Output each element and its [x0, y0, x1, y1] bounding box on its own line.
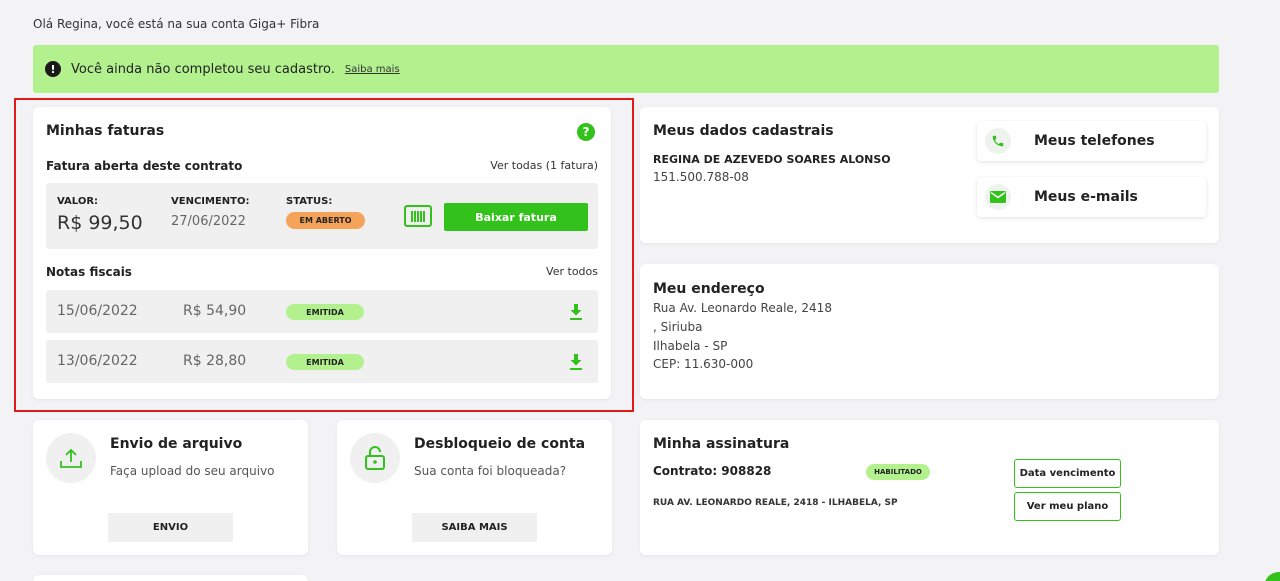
learn-more-button[interactable]: SAIBA MAIS: [412, 513, 537, 542]
phones-label: Meus telefones: [1034, 133, 1155, 149]
address-title: Meu endereço: [653, 281, 765, 297]
status-label: STATUS:: [286, 196, 333, 207]
unlock-desc: Sua conta foi bloqueada?: [414, 464, 567, 478]
invoices-title: Minhas faturas: [46, 123, 165, 139]
unlock-card: Desbloqueio de conta Sua conta foi bloqu…: [337, 420, 612, 555]
emails-button[interactable]: Meus e-mails: [977, 177, 1206, 217]
valor-label: VALOR:: [57, 196, 99, 207]
unlock-title: Desbloqueio de conta: [414, 436, 586, 452]
address-card: Meu endereço Rua Av. Leonardo Reale, 241…: [640, 264, 1219, 399]
saiba-mais-link[interactable]: Saiba mais: [345, 64, 400, 75]
profile-card: Meus dados cadastrais REGINA DE AZEVEDO …: [640, 107, 1219, 243]
subscription-status-badge: HABILITADO: [866, 464, 930, 480]
address-line: , Siriuba: [653, 320, 703, 334]
emails-label: Meus e-mails: [1034, 189, 1138, 205]
open-invoice-subtitle: Fatura aberta deste contrato: [46, 159, 243, 173]
partial-card: [33, 575, 308, 581]
see-all-notas-link[interactable]: Ver todos: [546, 265, 598, 278]
download-icon[interactable]: [569, 353, 583, 371]
address-zip: CEP: 11.630-000: [653, 357, 754, 371]
customer-name: REGINA DE AZEVEDO SOARES ALONSO: [653, 153, 891, 166]
address-line: Rua Av. Leonardo Reale, 2418: [653, 301, 832, 315]
exclamation-icon: !: [45, 61, 61, 77]
alert-message: Você ainda não completou seu cadastro.: [71, 61, 335, 77]
nota-value: R$ 28,80: [183, 353, 247, 369]
incomplete-registration-alert: ! Você ainda não completou seu cadastro.…: [33, 45, 1219, 93]
open-invoice-box: VALOR: R$ 99,50 VENCIMENTO: 27/06/2022 S…: [46, 183, 598, 249]
status-badge: EM ABERTO: [286, 212, 365, 229]
upload-title: Envio de arquivo: [110, 436, 243, 452]
notas-fiscais-title: Notas fiscais: [46, 265, 132, 279]
nota-date: 15/06/2022: [57, 303, 138, 319]
download-icon[interactable]: [569, 303, 583, 321]
phone-icon: [985, 128, 1011, 154]
upload-icon: [46, 433, 96, 483]
contract-number: Contrato: 908828: [653, 464, 772, 478]
address-line: Ilhabela - SP: [653, 339, 728, 353]
see-all-invoices-link[interactable]: Ver todas (1 fatura): [490, 159, 598, 172]
nota-date: 13/06/2022: [57, 353, 138, 369]
mail-icon: [985, 184, 1011, 210]
nota-status-badge: EMITIDA: [286, 304, 364, 320]
upload-button[interactable]: ENVIO: [108, 513, 233, 542]
customer-document: 151.500.788-08: [653, 170, 749, 184]
phones-button[interactable]: Meus telefones: [977, 121, 1206, 161]
unlock-icon: [350, 433, 400, 483]
barcode-icon[interactable]: [404, 205, 432, 227]
profile-title: Meus dados cadastrais: [653, 123, 834, 139]
view-plan-button[interactable]: Ver meu plano: [1014, 492, 1121, 521]
invoices-card: Minhas faturas ? Fatura aberta deste con…: [33, 107, 611, 399]
chat-bubble-icon[interactable]: [1264, 572, 1280, 581]
greeting-text: Olá Regina, você está na sua conta Giga+…: [33, 17, 320, 31]
subscription-title: Minha assinatura: [653, 436, 790, 452]
table-row: 13/06/2022 R$ 28,80 EMITIDA: [46, 340, 598, 383]
vencimento-label: VENCIMENTO:: [171, 196, 250, 207]
nota-value: R$ 54,90: [183, 303, 247, 319]
help-icon[interactable]: ?: [577, 123, 595, 141]
download-invoice-button[interactable]: Baixar fatura: [444, 203, 588, 231]
due-date-button[interactable]: Data vencimento: [1014, 459, 1121, 488]
invoice-value: R$ 99,50: [57, 212, 143, 234]
nota-status-badge: EMITIDA: [286, 354, 364, 370]
subscription-address: RUA AV. LEONARDO REALE, 2418 - ILHABELA,…: [653, 498, 898, 508]
invoice-due-date: 27/06/2022: [171, 214, 246, 229]
upload-card: Envio de arquivo Faça upload do seu arqu…: [33, 420, 308, 555]
subscription-card: Minha assinatura Contrato: 908828 HABILI…: [640, 420, 1219, 555]
upload-desc: Faça upload do seu arquivo: [110, 464, 275, 478]
table-row: 15/06/2022 R$ 54,90 EMITIDA: [46, 290, 598, 333]
